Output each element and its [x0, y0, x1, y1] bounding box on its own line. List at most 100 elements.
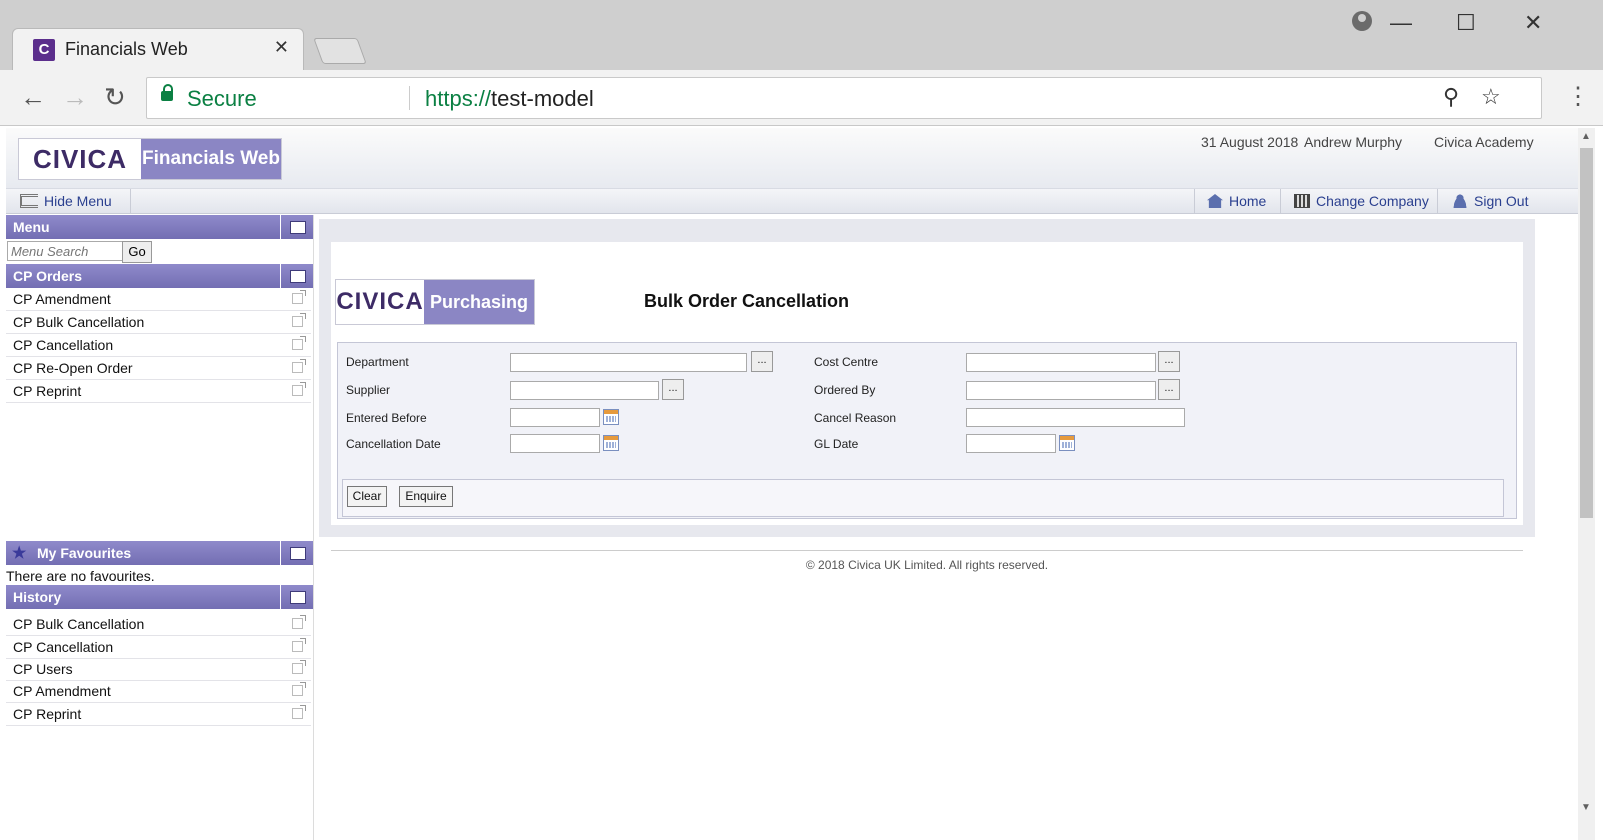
sidebar-item-cp-amendment[interactable]: CP Amendment [6, 288, 311, 311]
cost-centre-input[interactable] [966, 353, 1156, 372]
open-external-icon[interactable] [292, 705, 306, 719]
sidebar: Menu Go CP Orders CP Amendment CP Bulk C… [6, 215, 313, 840]
navbar-separator [1280, 189, 1281, 213]
cost-centre-lookup-button[interactable]: ... [1158, 351, 1180, 372]
enquire-button[interactable]: Enquire [399, 486, 453, 507]
department-lookup-button[interactable]: ... [751, 351, 773, 372]
sidebar-item-cp-re-open-order[interactable]: CP Re-Open Order [6, 357, 311, 380]
cost-centre-label: Cost Centre [814, 355, 879, 369]
top-navbar: Hide Menu Home Change Company Sign Out [6, 189, 1578, 214]
scrollbar-thumb[interactable] [1580, 148, 1593, 518]
purchasing-logo: CIVICA Purchasing [335, 279, 535, 325]
panel-toggle-icon[interactable] [280, 585, 313, 609]
supplier-label: Supplier [346, 383, 391, 397]
open-external-icon[interactable] [292, 290, 306, 304]
maximize-icon[interactable]: ☐ [1456, 10, 1476, 36]
supplier-input[interactable] [510, 381, 659, 400]
open-external-icon[interactable] [292, 336, 306, 350]
window-close-icon[interactable]: ✕ [1524, 10, 1542, 36]
open-external-icon[interactable] [292, 682, 306, 696]
history-item-cp-amendment[interactable]: CP Amendment [6, 680, 311, 703]
sidebar-item-cp-bulk-cancellation[interactable]: CP Bulk Cancellation [6, 311, 311, 334]
history-item-cp-users[interactable]: CP Users [6, 658, 311, 681]
header-user: Andrew Murphy [1304, 134, 1403, 150]
menu-search-go-button[interactable]: Go [122, 241, 152, 263]
history-panel-header: History [6, 585, 313, 609]
main-content: CIVICA Purchasing Bulk Order Cancellatio… [319, 219, 1535, 537]
app-logo-text: Financials Web [141, 139, 281, 179]
sign-out-link[interactable]: Sign Out [1452, 193, 1528, 209]
gl-date-input[interactable] [966, 434, 1056, 453]
omnibox-separator [409, 86, 410, 110]
open-external-icon[interactable] [292, 382, 306, 396]
entered-before-label: Entered Before [346, 411, 427, 425]
sign-out-user-icon [1452, 194, 1468, 208]
reload-icon[interactable]: ↻ [104, 82, 126, 113]
sidebar-item-cp-reprint[interactable]: CP Reprint [6, 380, 311, 403]
home-link[interactable]: Home [1207, 193, 1266, 209]
change-company-link[interactable]: Change Company [1294, 193, 1429, 209]
gl-date-label: GL Date [814, 437, 859, 451]
secure-label: Secure [187, 86, 257, 111]
navbar-separator [1194, 189, 1195, 213]
address-bar[interactable]: Secure https://test-model ⚲ ☆ [146, 77, 1542, 119]
history-item-label: CP Cancellation [13, 639, 114, 655]
scroll-up-icon[interactable]: ▲ [1581, 131, 1591, 142]
navbar-separator [1437, 189, 1438, 213]
supplier-lookup-button[interactable]: ... [662, 379, 684, 400]
navbar-separator [130, 189, 131, 213]
page-scrollbar[interactable]: ▲ ▼ [1578, 128, 1595, 840]
scroll-down-icon[interactable]: ▼ [1581, 802, 1591, 813]
calendar-icon[interactable] [603, 435, 619, 451]
history-item-cp-reprint[interactable]: CP Reprint [6, 703, 311, 726]
hide-menu-link[interactable]: Hide Menu [20, 193, 112, 209]
content-panel: CIVICA Purchasing Bulk Order Cancellatio… [331, 242, 1523, 525]
department-input[interactable] [510, 353, 747, 372]
clear-button[interactable]: Clear [347, 486, 387, 507]
bookmark-star-icon[interactable]: ☆ [1481, 84, 1501, 110]
page-title: Bulk Order Cancellation [644, 291, 850, 311]
ordered-by-input[interactable] [966, 381, 1156, 400]
tab-title: Financials Web [65, 39, 188, 59]
new-tab-button[interactable] [313, 38, 367, 64]
sign-out-label: Sign Out [1474, 193, 1529, 209]
open-external-icon[interactable] [292, 359, 306, 373]
module-logo-text: Purchasing [424, 280, 534, 324]
open-external-icon[interactable] [292, 313, 306, 327]
cancel-reason-input[interactable] [966, 408, 1185, 427]
calendar-icon[interactable] [603, 409, 619, 425]
zoom-icon[interactable]: ⚲ [1443, 84, 1459, 110]
open-external-icon[interactable] [292, 660, 306, 674]
calendar-icon[interactable] [1059, 435, 1075, 451]
profile-icon[interactable] [1352, 11, 1372, 31]
sidebar-item-cp-cancellation[interactable]: CP Cancellation [6, 334, 311, 357]
header-company: Civica Academy [1434, 134, 1534, 150]
panel-toggle-icon[interactable] [280, 215, 313, 239]
forward-arrow-icon[interactable]: → [62, 82, 88, 113]
minimize-icon[interactable]: — [1390, 10, 1412, 36]
sidebar-divider [313, 215, 314, 840]
open-external-icon[interactable] [292, 638, 306, 652]
panel-toggle-icon[interactable] [280, 264, 313, 288]
cp-orders-panel-header: CP Orders [6, 264, 313, 288]
cancellation-date-input[interactable] [510, 434, 600, 453]
back-arrow-icon[interactable]: ← [20, 82, 46, 113]
open-external-icon[interactable] [292, 615, 306, 629]
tab-close-icon[interactable]: ✕ [274, 37, 289, 58]
browser-menu-icon[interactable]: ⋮ [1566, 82, 1590, 111]
panel-toggle-icon[interactable] [280, 541, 313, 565]
ordered-by-lookup-button[interactable]: ... [1158, 379, 1180, 400]
history-item-cp-bulk-cancellation[interactable]: CP Bulk Cancellation [6, 613, 311, 636]
sidebar-item-label: CP Amendment [13, 291, 111, 307]
entered-before-input[interactable] [510, 408, 600, 427]
header-date: 31 August 2018 [1201, 134, 1299, 150]
footer-divider [331, 550, 1523, 551]
menu-search-input[interactable] [7, 241, 125, 261]
history-item-label: CP Bulk Cancellation [13, 616, 145, 632]
history-item-cp-cancellation[interactable]: CP Cancellation [6, 636, 311, 659]
footer-copyright: © 2018 Civica UK Limited. All rights res… [805, 558, 1049, 572]
menu-panel-header: Menu [6, 215, 313, 239]
sidebar-item-label: CP Re-Open Order [13, 360, 133, 376]
browser-tab[interactable]: C Financials Web ✕ [12, 28, 304, 71]
department-label: Department [346, 355, 409, 369]
